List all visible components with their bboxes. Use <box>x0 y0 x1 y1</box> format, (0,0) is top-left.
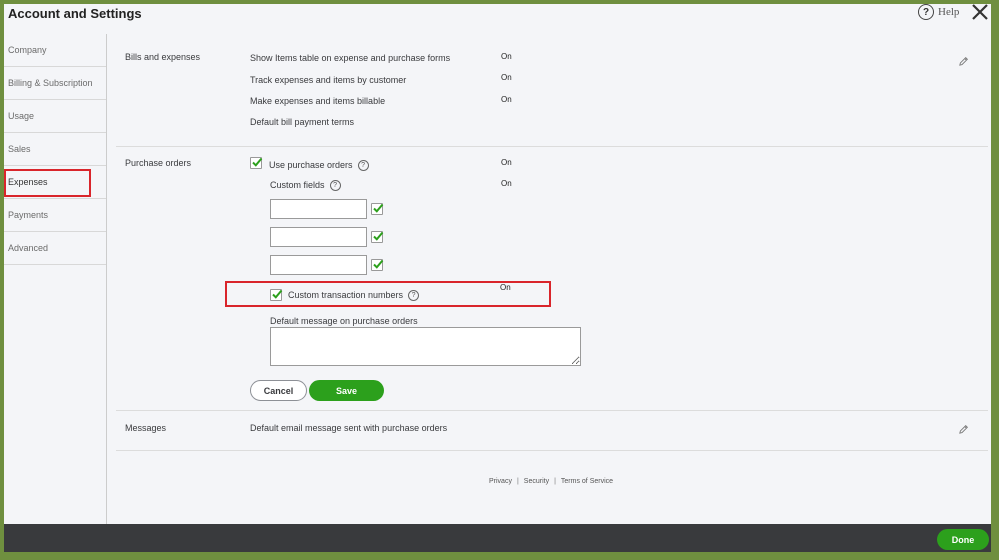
sidebar-item-advanced[interactable]: Advanced <box>4 232 106 265</box>
divider <box>116 410 988 411</box>
checkmark-icon <box>252 157 263 167</box>
sidebar: Company Billing & Subscription Usage Sal… <box>4 34 107 524</box>
custom-txn-value: On <box>500 283 511 292</box>
sidebar-item-sales[interactable]: Sales <box>4 133 106 166</box>
bills-row-track-value: On <box>501 73 512 82</box>
custom-txn-checkbox[interactable] <box>270 289 283 301</box>
custom-field-1-input[interactable] <box>270 199 367 219</box>
messages-row-default-email: Default email message sent with purchase… <box>250 423 448 433</box>
messages-section-label: Messages <box>125 423 167 433</box>
footer-separator: | <box>554 478 556 485</box>
terms-link[interactable]: Terms of Service <box>561 478 613 485</box>
sidebar-item-expenses[interactable]: Expenses <box>4 166 106 199</box>
custom-txn-label: Custom transaction numbers <box>288 290 404 300</box>
footer-links: Privacy | Security | Terms of Service <box>489 478 613 485</box>
custom-field-2-checkbox[interactable] <box>371 231 384 243</box>
divider <box>116 146 988 147</box>
close-icon[interactable] <box>970 4 990 22</box>
bills-row-track: Track expenses and items by customer <box>250 75 407 85</box>
bills-section-label: Bills and expenses <box>125 52 201 62</box>
sidebar-item-usage[interactable]: Usage <box>4 100 106 133</box>
checkmark-icon <box>373 259 384 269</box>
default-message-label: Default message on purchase orders <box>270 316 418 326</box>
custom-txn-label-row: Custom transaction numbers? <box>288 290 420 302</box>
divider <box>116 450 988 451</box>
checkmark-icon <box>373 231 384 241</box>
info-icon[interactable]: ? <box>329 180 341 192</box>
custom-field-3-input[interactable] <box>270 255 367 275</box>
done-button[interactable]: Done <box>937 529 989 550</box>
sidebar-item-company[interactable]: Company <box>4 34 106 67</box>
custom-field-2-input[interactable] <box>270 227 367 247</box>
settings-window: Account and Settings ? Help Company Bill… <box>4 4 991 552</box>
use-po-value: On <box>501 158 512 167</box>
help-label: Help <box>938 6 960 18</box>
bills-row-payment-terms: Default bill payment terms <box>250 117 355 127</box>
help-icon: ? <box>918 4 934 20</box>
edit-bills-pencil-icon[interactable] <box>958 56 969 67</box>
edit-messages-pencil-icon[interactable] <box>958 424 969 435</box>
custom-field-1-checkbox[interactable] <box>371 203 384 215</box>
checkmark-icon <box>272 289 283 299</box>
settings-content: Bills and expenses Show Items table on e… <box>116 34 988 524</box>
custom-field-3-checkbox[interactable] <box>371 259 384 271</box>
bottom-bar: Done <box>4 524 991 552</box>
sidebar-item-payments[interactable]: Payments <box>4 199 106 232</box>
use-po-label: Use purchase orders <box>269 160 353 170</box>
page-title: Account and Settings <box>8 6 142 21</box>
checkmark-icon <box>373 203 384 213</box>
cancel-button[interactable]: Cancel <box>250 380 307 401</box>
info-icon[interactable]: ? <box>408 290 420 302</box>
custom-fields-label-row: Custom fields? <box>270 180 341 192</box>
custom-fields-label: Custom fields <box>270 180 325 190</box>
bills-row-billable-value: On <box>501 95 512 104</box>
bills-row-billable: Make expenses and items billable <box>250 96 386 106</box>
info-icon[interactable]: ? <box>357 160 369 172</box>
privacy-link[interactable]: Privacy <box>489 478 512 485</box>
use-po-label-row: Use purchase orders? <box>269 160 369 172</box>
default-message-textarea[interactable] <box>270 327 581 366</box>
custom-fields-value: On <box>501 179 512 188</box>
header: Account and Settings ? Help <box>4 4 991 32</box>
security-link[interactable]: Security <box>524 478 549 485</box>
use-po-checkbox[interactable] <box>250 157 263 169</box>
po-section-label: Purchase orders <box>125 158 192 168</box>
bills-row-items-table: Show Items table on expense and purchase… <box>250 53 451 63</box>
footer-separator: | <box>516 478 519 485</box>
sidebar-item-billing[interactable]: Billing & Subscription <box>4 67 106 100</box>
help-link[interactable]: ? Help <box>918 4 959 20</box>
save-button[interactable]: Save <box>309 380 384 401</box>
bills-row-items-table-value: On <box>501 52 512 61</box>
